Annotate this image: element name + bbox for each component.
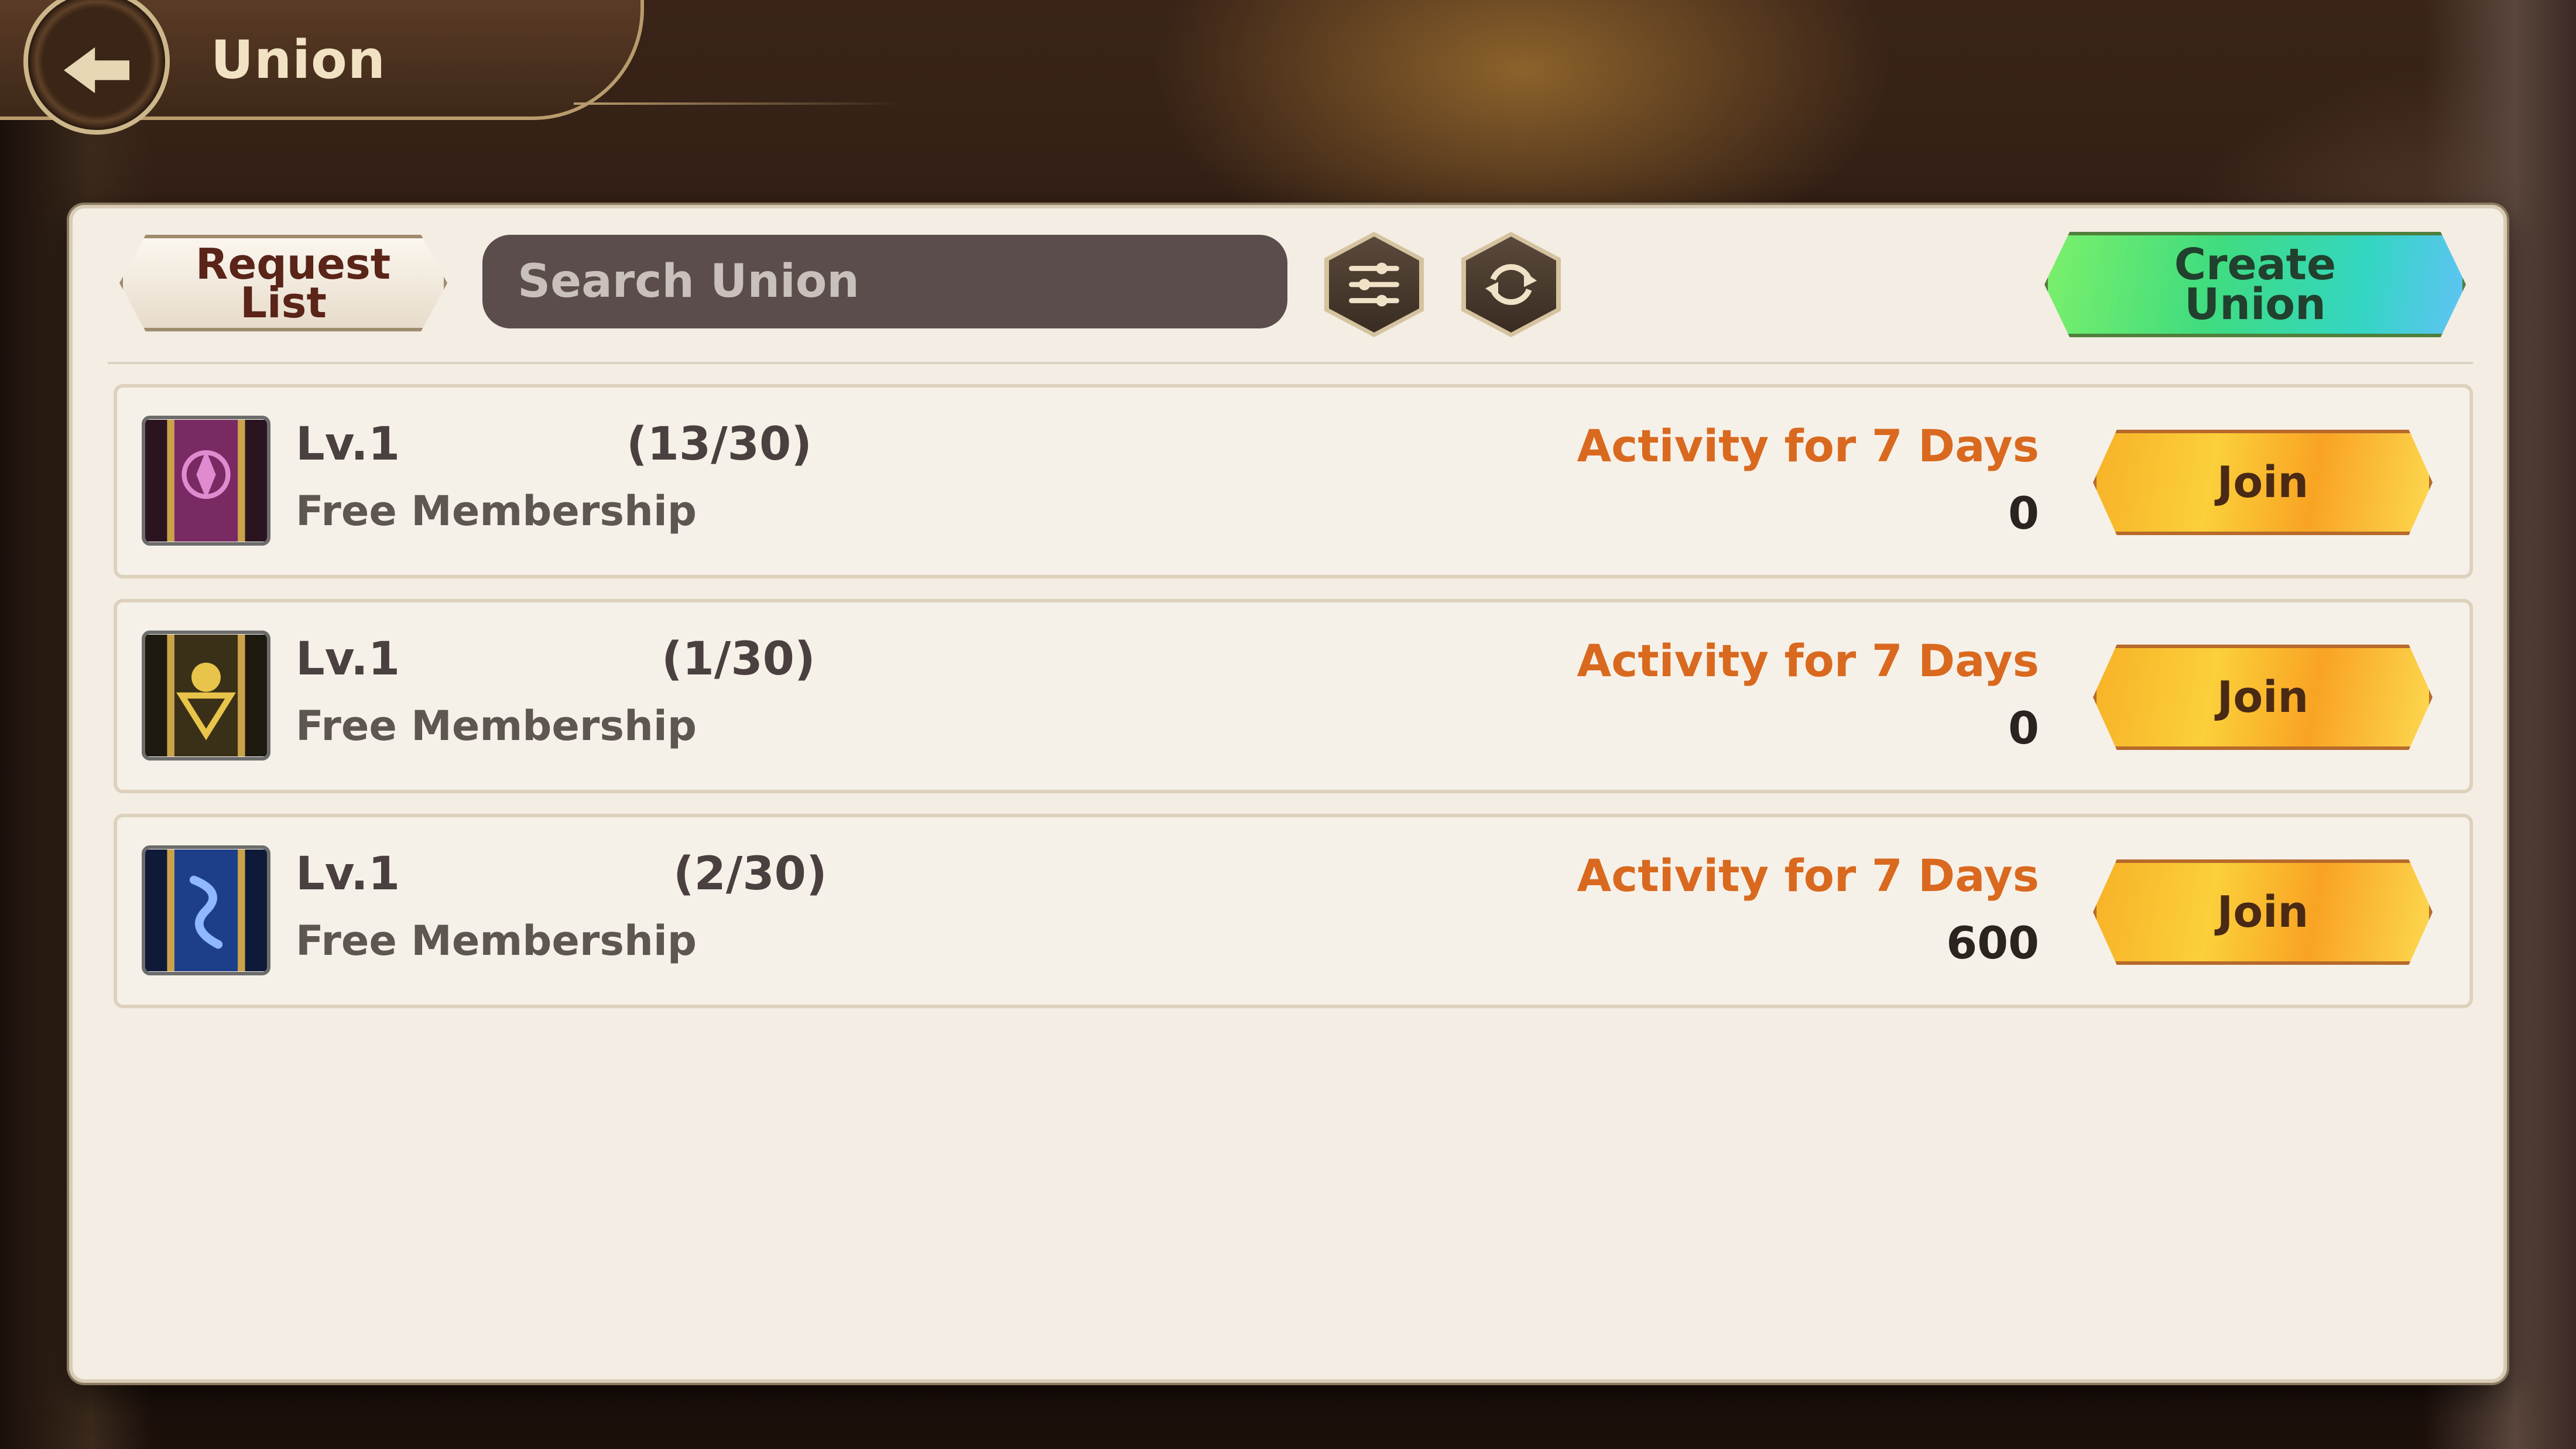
union-member-count: (1/30) xyxy=(662,633,816,686)
header-divider xyxy=(574,102,902,105)
activity-label: Activity for 7 Days xyxy=(1577,849,2039,902)
create-union-button[interactable]: Create Union xyxy=(2044,232,2466,337)
sliders-icon xyxy=(1349,262,1399,307)
refresh-button[interactable] xyxy=(1461,232,1561,337)
activity-label: Activity for 7 Days xyxy=(1577,420,2039,472)
emblem-banner-icon xyxy=(145,849,267,971)
create-union-label: Create Union xyxy=(2174,239,2337,330)
refresh-icon xyxy=(1485,264,1537,305)
request-list-label: Request List xyxy=(196,239,391,327)
union-membership-type: Free Membership xyxy=(296,917,697,965)
union-row: Lv.1 (1/30) Free Membership Activity for… xyxy=(114,599,2473,793)
union-member-count: (13/30) xyxy=(626,418,812,471)
union-level: Lv.1 xyxy=(296,633,400,686)
activity-label: Activity for 7 Days xyxy=(1577,635,2039,687)
join-button[interactable]: Join xyxy=(2093,859,2433,965)
union-membership-type: Free Membership xyxy=(296,487,697,535)
join-button[interactable]: Join xyxy=(2093,645,2433,750)
union-list: Lv.1 (13/30) Free Membership Activity fo… xyxy=(114,384,2473,1029)
union-panel: Request List Search Union Create Union L… xyxy=(69,205,2507,1383)
emblem-banner-icon xyxy=(145,420,267,542)
page-title: Union xyxy=(211,29,386,91)
union-membership-type: Free Membership xyxy=(296,702,697,750)
filter-button[interactable] xyxy=(1324,232,1424,337)
union-emblem xyxy=(142,845,270,975)
union-level: Lv.1 xyxy=(296,418,400,471)
union-row: Lv.1 (13/30) Free Membership Activity fo… xyxy=(114,384,2473,578)
join-label: Join xyxy=(2217,672,2309,722)
toolbar-divider xyxy=(108,362,2473,364)
activity-value: 0 xyxy=(2008,487,2039,539)
union-emblem xyxy=(142,631,270,761)
activity-value: 0 xyxy=(2008,702,2039,754)
emblem-banner-icon xyxy=(145,635,267,756)
union-member-count: (2/30) xyxy=(673,848,827,900)
join-label: Join xyxy=(2217,887,2309,937)
union-row: Lv.1 (2/30) Free Membership Activity for… xyxy=(114,814,2473,1008)
join-label: Join xyxy=(2217,457,2309,508)
search-input[interactable] xyxy=(482,235,1287,328)
request-list-button[interactable]: Request List xyxy=(119,235,447,331)
join-button[interactable]: Join xyxy=(2093,430,2433,535)
union-level: Lv.1 xyxy=(296,848,400,900)
union-emblem xyxy=(142,416,270,546)
activity-value: 600 xyxy=(1946,917,2039,969)
arrow-left-icon xyxy=(64,47,129,94)
